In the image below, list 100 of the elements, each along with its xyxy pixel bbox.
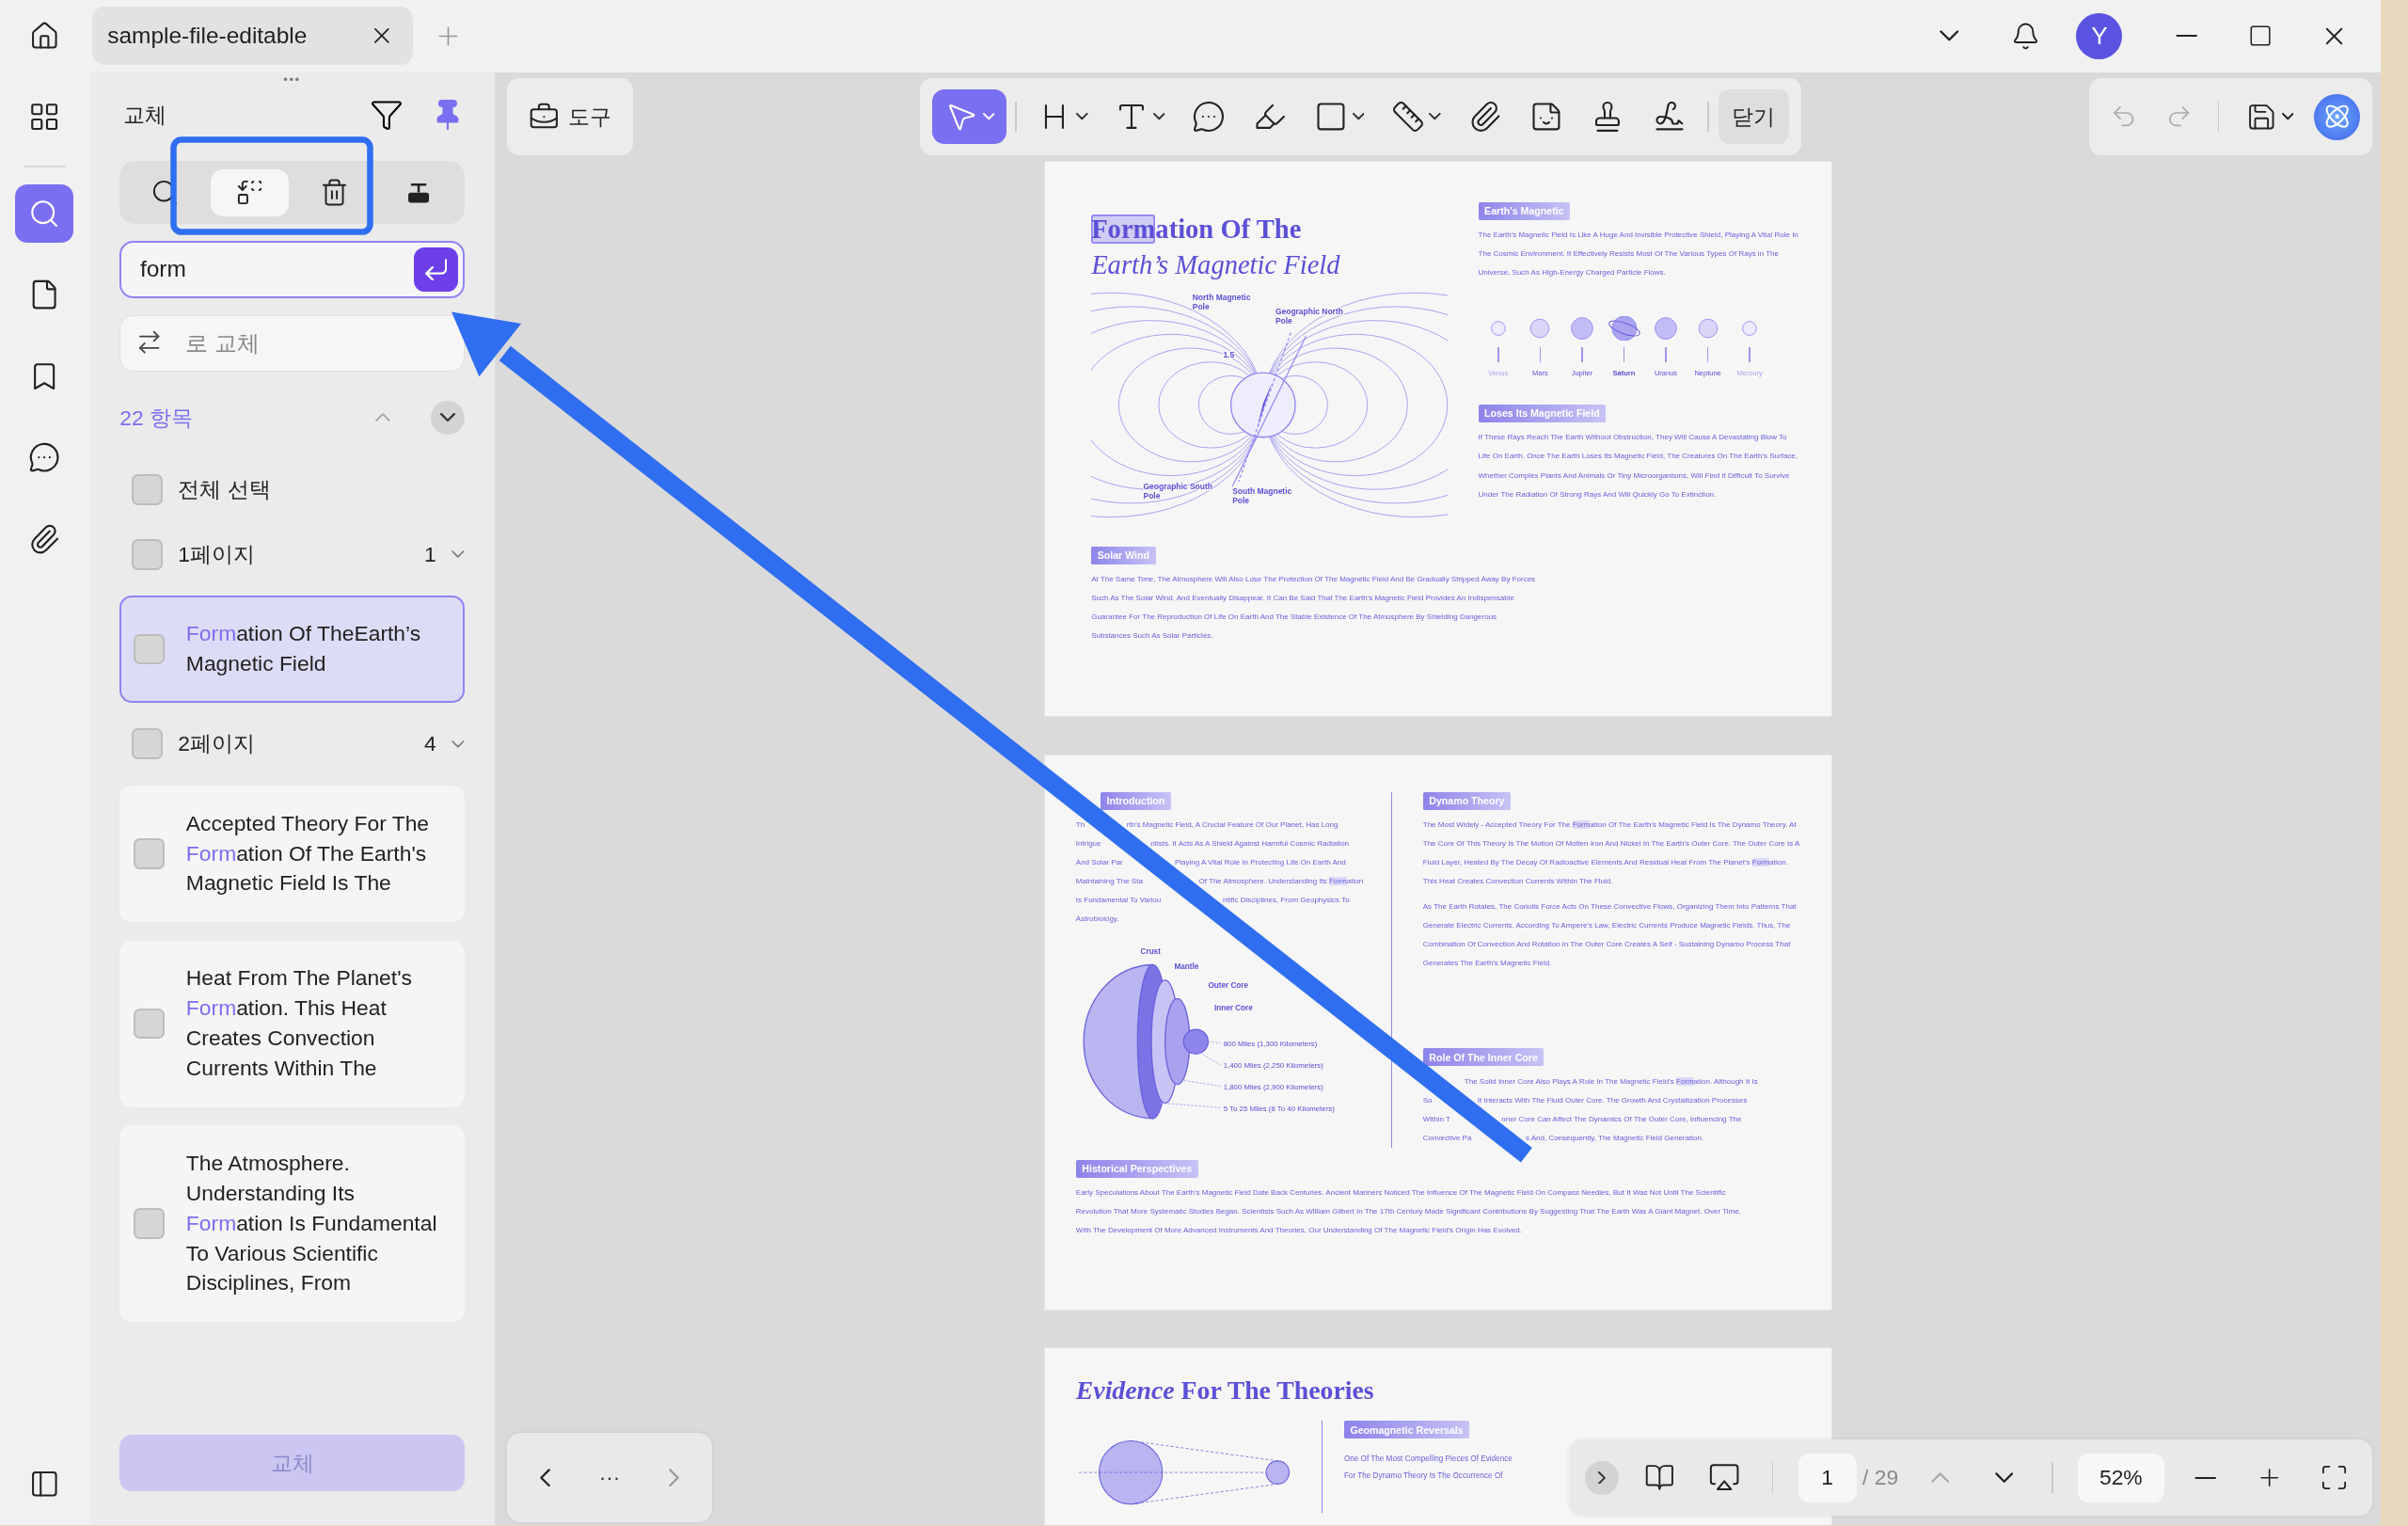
page-total: / 29 (1862, 1465, 1899, 1491)
page-subtitle: Earth’s Magnetic Field (1091, 250, 1341, 281)
paragraph: Early Speculations About The Earth's Magnetic Field Date Back Centuries. Ancient Mariners Noticed The Influence Of The Magnetic Field On Compass Needles, But It Was Not Until The Scientific Revolution That More Systematic Studies Began. Scientists Such As William Gilbert In The 17th Century Made Significant Contributions By Suggesting That The Earth Was A Giant Magnet. Over Time, With The Development Of More Advanced Instruments And Theories, Our Understanding Of The Magnetic Field's Origin Has Evolved. (1075, 1187, 1742, 1237)
comment-icon (1192, 100, 1226, 134)
page-number-field[interactable]: 1 (1798, 1453, 1857, 1502)
paragraph: The Earth's Magnetic Field Is Like A Huge And Invisible Protective Shield, Playing A Vital Role In The Cosmic Environment. It Effectively Resists Most Of The Various Types Of Rays in The Universe, Such As High-Energy Charged Particle Flows. (1478, 230, 1799, 279)
close-button[interactable]: 닫기 (1718, 88, 1790, 145)
diagram-label: Geographic North Pole (1275, 307, 1344, 326)
section-heading: Dynamo Theory (1422, 791, 1511, 810)
chevron-up-icon (1930, 1472, 1949, 1484)
caret-icon (1076, 113, 1088, 120)
checkbox[interactable] (132, 538, 163, 570)
replace-field[interactable]: 로 교체 (119, 314, 465, 373)
minus-icon (2194, 1474, 2217, 1481)
filter-icon[interactable] (369, 98, 404, 133)
zoom-field[interactable]: 52% (2078, 1453, 2164, 1502)
paragraph: At The Same Time, The Atmosphere Will Also Lose The Protection Of The Magnetic Field And Be Gradually Stripped Away By Forces Such As The Solar Wind, And Eventually Disappear. It Can Be Said That The Earth's Magnetic Field Provides An Indispensable Guarantee For The Reproduction Of Life On Earth And The Stable Existence Of The Atmosphere By Shielding Dangerous Substances Such As Solar Particles. (1091, 574, 1537, 643)
search-result[interactable]: Heat From The Planet's Formation. This Heat Creates Convection Currents Within The (119, 940, 465, 1107)
page-title: Evidence For The Theories (1075, 1375, 1375, 1407)
checkbox[interactable] (134, 1008, 165, 1040)
paragraph: The Most Widely - Accepted Theory For The Formation Of The Earth's Magnetic Field Is The Dynamo Theory. At The Core Of This Theory Is The Motion Of Molten Iron And Nickel In The Earth's Outer Core. The Outer Core Is A Fluid Layer, Heated By The Decay Of Radioactive Elements And Residual Heat From The Planet's Formation. This Heat Creates Convection Currents Within The Fluid. (1422, 819, 1800, 888)
tab-title: sample-file-editable (107, 23, 308, 50)
expand-button[interactable] (1584, 1460, 1619, 1495)
chevron-down-icon[interactable] (452, 739, 465, 748)
atom-icon (2323, 103, 2352, 131)
planet-label: Venus (1488, 368, 1509, 377)
chevron-down-icon (439, 413, 455, 422)
diagram-label: 5 To 25 Miles (8 To 40 Kilometers) (1223, 1104, 1335, 1113)
page-group-label: 1페이지 (178, 540, 257, 568)
select-all-label: 전체 선택 (178, 476, 272, 504)
paragraph: As The Earth Rotates, The Coriolis Force Acts On These Convective Flows, Organizing Them Into Patterns That Generate Electric Currents. According To Ampere's Law, Electric Currents Produce Magnetic Fields. Thus, The Combination Of Convection And Rotation in The Outer Core Creates A Self - Sustaining Dynamo Process That Generates The Earth's Magnetic Field. (1422, 900, 1798, 970)
paragraph: The Solid Inner Core Also Plays A Role In The Magnetic Field's Formation. Although It Is So It Interacts With The Fluid Outer Core. The Growth And Crystallization Processes Within T nner Core Can Affect The Dynamics Of The Outer Core, Influencing The Convective Pa s And, Consequently, The Magnetic Field Generation. (1422, 1075, 1759, 1144)
caret-icon (2281, 113, 2294, 120)
search-result[interactable]: Formation Of TheEarth’s Magnetic Field (119, 596, 465, 703)
planet-icon (1607, 316, 1641, 342)
chevron-right-icon (669, 1468, 680, 1487)
diagram-label: 1,800 Miles (2,900 Kilometers) (1223, 1082, 1323, 1091)
comment-icon (28, 441, 61, 474)
diagram-label: 800 Miles (1,300 Kilometers) (1223, 1039, 1318, 1048)
redact-icon (406, 182, 432, 204)
section-heading: Earth's Magnetic (1478, 201, 1571, 220)
section-heading: Role Of The Inner Core (1422, 1048, 1545, 1067)
search-field[interactable]: form (119, 241, 465, 298)
planet-label: Uranus (1654, 368, 1678, 377)
paragraph: If These Rays Reach The Earth Without Obstruction, They Will Cause A Devastating Blow To Life On Earth. Once The Earth Loses Its Magnetic Field, The Creatures On The Earth's Surface, Whether Complex Plants And Animals Or Tiny Microorganisms, Will Find It Difficult To Survive Under The Radiation Of Strong Rays And Will Quickly Go To Extinction. (1478, 432, 1799, 501)
drag-handle[interactable]: ••• (283, 72, 301, 88)
result-text: Heat From The Planet's Formation. This Heat Creates Convection Currents Within The (185, 964, 413, 1082)
result-text: The Atmosphere. Understanding Its Formation Is Fundamental To Various Scientific Disciplines, From (185, 1150, 438, 1297)
section-heading: Solar Wind (1091, 546, 1156, 564)
next-result-button[interactable] (430, 401, 465, 435)
checkbox[interactable] (134, 1208, 165, 1240)
home-icon (29, 21, 60, 52)
chevron-down-icon (1995, 1472, 2014, 1484)
section-heading: Loses Its Magnetic Field (1478, 405, 1607, 422)
minimize-icon (2176, 33, 2198, 40)
diagram-label: 1,400 Miles (2,250 Kilometers) (1223, 1060, 1323, 1070)
checkbox[interactable] (132, 728, 163, 760)
result-text: Accepted Theory For The Formation Of The Earth's Magnetic Field Is The (185, 809, 431, 898)
search-result[interactable]: Accepted Theory For The Formation Of The Earth's Magnetic Field Is The (119, 785, 465, 923)
diagram-label: South Magnetic Pole (1232, 486, 1292, 506)
chevron-down-icon (1939, 30, 1959, 42)
paragraph: Th rth's Magnetic Field, A Crucial Feature Of Our Planet, Has Long Intrigue ntists. It Acts As A Shield Against Harmful Cosmic Radiation And Solar Par Playing A Vital Role In Protecting Life On Earth And Maintaining The Sta Of The Atmosphere. Understanding Its Formation Is Fundamental To Variou ntific Disciplines, From Geophysics To Astrobiology. (1075, 819, 1365, 926)
checkbox[interactable] (134, 838, 165, 869)
match-count: 1 (423, 541, 436, 567)
match-count: 4 (423, 731, 436, 757)
checkbox[interactable] (132, 474, 163, 506)
diagram-label: North Magnetic Pole (1192, 293, 1251, 312)
more-button[interactable]: ··· (589, 1465, 630, 1491)
page-group-label: 2페이지 (178, 730, 257, 758)
planet-label: Mercury (1736, 368, 1763, 377)
chevron-up-icon (375, 413, 391, 422)
panel-title: 교체 (121, 101, 167, 129)
enter-icon (424, 258, 448, 281)
planet-label: Saturn (1612, 368, 1636, 377)
section-heading: Geomagnetic Reversals (1343, 1421, 1470, 1439)
section-heading: Introduction (1100, 791, 1171, 810)
document-tab[interactable]: sample-file-editable (91, 7, 413, 66)
caret-icon (1152, 113, 1165, 120)
search-result[interactable]: The Atmosphere. Understanding Its Formation Is Fundamental To Various Scientific Disciplines, From (119, 1125, 465, 1323)
result-count: 22 항목 (119, 404, 195, 432)
planet-label: Neptune (1694, 368, 1721, 377)
chevron-right-icon (1597, 1470, 1606, 1485)
ruler-icon (1390, 100, 1425, 134)
maximize-icon (2248, 24, 2273, 49)
diagram-label: Geographic South Pole (1143, 482, 1213, 501)
diagram-label: 1.5 (1223, 350, 1235, 359)
planet-label: Mars (1532, 368, 1548, 377)
section-heading: Historical Perspectives (1075, 1160, 1198, 1178)
caret-icon (1429, 113, 1441, 120)
enter-button[interactable] (413, 246, 459, 293)
mode-tab[interactable] (210, 168, 290, 217)
user-avatar[interactable]: Y (2076, 12, 2123, 59)
caret-icon (1352, 113, 1365, 120)
planet-label: Jupiter (1571, 368, 1593, 377)
paperclip-icon (28, 522, 61, 556)
chevron-down-icon[interactable] (452, 550, 465, 559)
caret-icon (982, 113, 995, 120)
checkbox[interactable] (134, 633, 165, 665)
chevron-left-icon (540, 1468, 551, 1487)
result-text: Formation Of TheEarth’s Magnetic Field (185, 620, 422, 677)
